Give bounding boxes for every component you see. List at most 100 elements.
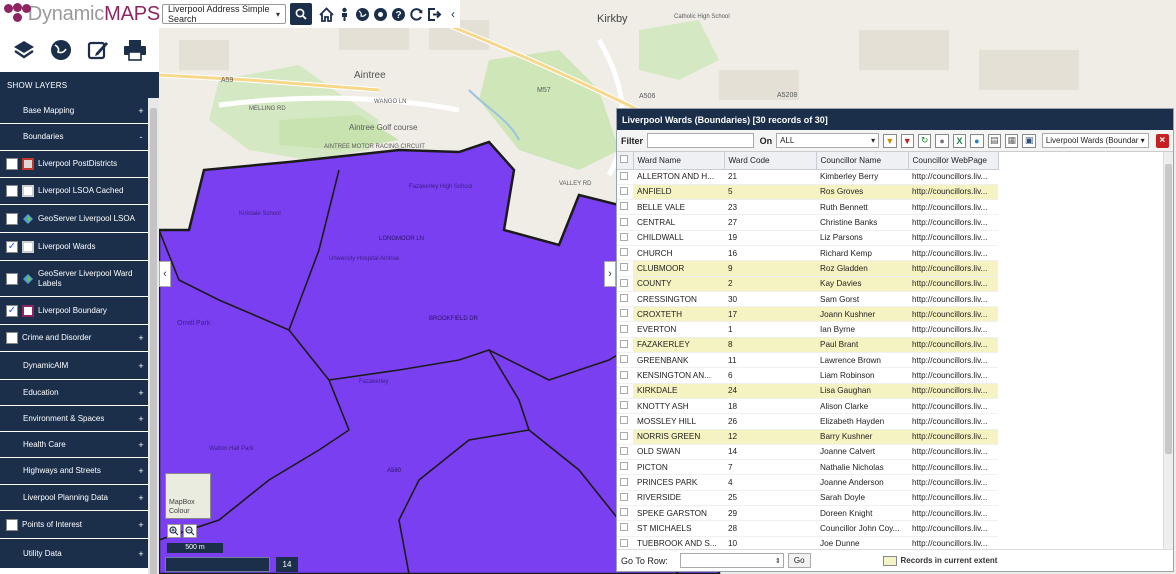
row-checkbox[interactable]	[620, 248, 628, 257]
layer-liverpool-boundary[interactable]: ✓ Liverpool Boundary	[0, 297, 148, 325]
layer-dynamicaim[interactable]: DynamicAIM +	[0, 352, 148, 380]
expand-icon[interactable]: +	[134, 520, 148, 530]
close-panel-button[interactable]: ×	[1155, 133, 1169, 148]
layer-checkbox[interactable]	[6, 518, 18, 531]
table-row[interactable]: GREENBANK 11 Lawrence Brown http://councill…	[617, 352, 998, 369]
globe-tool-button[interactable]	[46, 35, 76, 65]
expand-icon[interactable]: +	[134, 466, 148, 476]
row-checkbox[interactable]	[620, 492, 628, 501]
grid-scrollbar[interactable]	[1163, 152, 1173, 551]
row-select-cell[interactable]	[617, 276, 633, 292]
select-all-cell[interactable]	[617, 152, 634, 170]
search-mode-select[interactable]: Liverpool Address Simple Search ▾	[162, 4, 286, 24]
search-button[interactable]	[289, 3, 312, 25]
row-checkbox[interactable]	[620, 401, 628, 410]
row-select-cell[interactable]	[617, 398, 633, 415]
layer-crime-and-disorder[interactable]: Crime and Disorder +	[0, 325, 148, 352]
logout-button[interactable]	[426, 5, 442, 23]
row-checkbox[interactable]	[620, 232, 628, 241]
row-select-cell[interactable]	[617, 505, 633, 522]
table-row[interactable]: KNOTTY ASH 18 Alison Clarke http://councill…	[617, 398, 998, 415]
row-checkbox[interactable]	[620, 324, 628, 333]
layer-utility-data[interactable]: Utility Data +	[0, 539, 148, 569]
locate-button[interactable]	[336, 5, 352, 23]
table-row[interactable]: KIRKDALE 24 Lisa Gaughan http://councillors…	[617, 383, 998, 399]
row-checkbox[interactable]	[620, 446, 628, 455]
row-select-cell[interactable]	[617, 306, 633, 323]
row-checkbox[interactable]	[620, 523, 628, 532]
row-checkbox[interactable]	[620, 370, 628, 379]
expand-icon[interactable]: +	[134, 414, 148, 424]
expand-icon[interactable]: +	[134, 361, 148, 371]
row-checkbox[interactable]	[620, 431, 628, 440]
expand-icon[interactable]: +	[134, 106, 148, 116]
layer-checkbox[interactable]: ✓	[6, 304, 18, 317]
expand-icon[interactable]: +	[134, 440, 148, 450]
layer-liverpool-lsoa-cached[interactable]: Liverpool LSOA Cached	[0, 178, 148, 205]
print-tool-button[interactable]	[120, 35, 150, 65]
table-row[interactable]: CRESSINGTON 30 Sam Gorst http://councillors…	[617, 291, 998, 308]
row-checkbox[interactable]	[620, 294, 628, 303]
col-councillor-webpage[interactable]: Councillor WebPage	[908, 152, 999, 170]
row-checkbox[interactable]	[620, 508, 628, 517]
layer-liverpool-wards[interactable]: ✓ Liverpool Wards	[0, 233, 148, 261]
go-button[interactable]: Go	[787, 553, 811, 568]
row-checkbox[interactable]	[620, 278, 628, 287]
layer-highways-and-streets[interactable]: Highways and Streets +	[0, 458, 148, 485]
table-row[interactable]: KENSINGTON AN... 6 Liam Robinson http://cou…	[617, 367, 998, 384]
filter-field-select[interactable]: ALL ▾	[776, 133, 880, 148]
row-select-cell[interactable]	[617, 367, 633, 384]
row-select-cell[interactable]	[617, 459, 633, 476]
collapse-sidebar-button[interactable]: ‹	[159, 261, 171, 287]
layer-checkbox[interactable]	[6, 185, 18, 197]
layer-points-of-interest[interactable]: Points of Interest +	[0, 511, 148, 539]
row-select-cell[interactable]	[617, 321, 633, 338]
row-checkbox[interactable]	[620, 538, 628, 547]
row-select-cell[interactable]	[617, 214, 633, 231]
export-excel-button[interactable]: X	[952, 133, 967, 148]
row-select-cell[interactable]	[617, 260, 633, 277]
map-extent-button[interactable]: ●	[970, 133, 984, 148]
expand-icon[interactable]: +	[134, 388, 148, 398]
refresh-grid-button[interactable]: ↻	[917, 133, 932, 148]
filter-apply-button[interactable]: ▼	[883, 133, 897, 148]
sidebar-scrollbar[interactable]	[148, 98, 159, 574]
layer-liverpool-planning-data[interactable]: Liverpool Planning Data +	[0, 485, 148, 511]
col-ward-code[interactable]: Ward Code	[724, 152, 817, 170]
collapse-panel-button[interactable]: ›	[604, 261, 616, 287]
table-row[interactable]: SPEKE GARSTON 29 Doreen Knight http://counc…	[617, 505, 998, 522]
table-row[interactable]: FAZAKERLEY 8 Paul Brant http://councillors.…	[617, 337, 998, 354]
row-select-cell[interactable]	[617, 413, 633, 430]
collapse-icon[interactable]: -	[134, 132, 148, 142]
save-button[interactable]: ▣	[1022, 133, 1036, 148]
expand-icon[interactable]: +	[134, 493, 148, 503]
table-row[interactable]: RIVERSIDE 25 Sarah Doyle http://councillors…	[617, 490, 998, 507]
row-checkbox[interactable]	[620, 217, 628, 226]
layer-checkbox[interactable]	[6, 158, 18, 170]
layer-environment-spaces[interactable]: Environment & Spaces +	[0, 406, 148, 432]
zoom-to-button[interactable]: ●	[935, 133, 949, 148]
table-row[interactable]: OLD SWAN 14 Joanne Calvert http://councillo…	[617, 444, 998, 461]
panel-layer-select[interactable]: Liverpool Wards (Boundar ▾	[1041, 133, 1149, 148]
edit-tool-button[interactable]	[83, 35, 113, 65]
goto-row-input[interactable]: ⇕	[679, 553, 784, 568]
sidebar-scroll-thumb[interactable]	[150, 108, 157, 574]
select-all-checkbox[interactable]	[620, 155, 628, 164]
notes-button[interactable]: ▦	[1005, 133, 1019, 148]
table-row[interactable]: BELLE VALE 23 Ruth Bennett http://councillo…	[617, 199, 998, 216]
row-checkbox[interactable]	[620, 355, 628, 364]
layer-education[interactable]: Education +	[0, 380, 148, 406]
layer-health-care[interactable]: Health Care +	[0, 432, 148, 458]
help-button[interactable]: ?	[390, 5, 406, 23]
row-select-cell[interactable]	[617, 230, 633, 246]
expand-icon[interactable]: +	[134, 333, 148, 343]
row-select-cell[interactable]	[617, 337, 633, 354]
layers-tool-button[interactable]	[9, 35, 39, 65]
settings-button[interactable]	[372, 5, 388, 23]
table-row[interactable]: CENTRAL 27 Christine Banks http://councillo…	[617, 214, 998, 231]
collapse-header-button[interactable]: ‹	[446, 5, 460, 23]
table-row[interactable]: CHURCH 16 Richard Kemp http://councillors.l…	[617, 245, 998, 262]
row-select-cell[interactable]	[617, 199, 633, 216]
filter-input[interactable]	[647, 133, 754, 148]
row-select-cell[interactable]	[617, 474, 633, 491]
